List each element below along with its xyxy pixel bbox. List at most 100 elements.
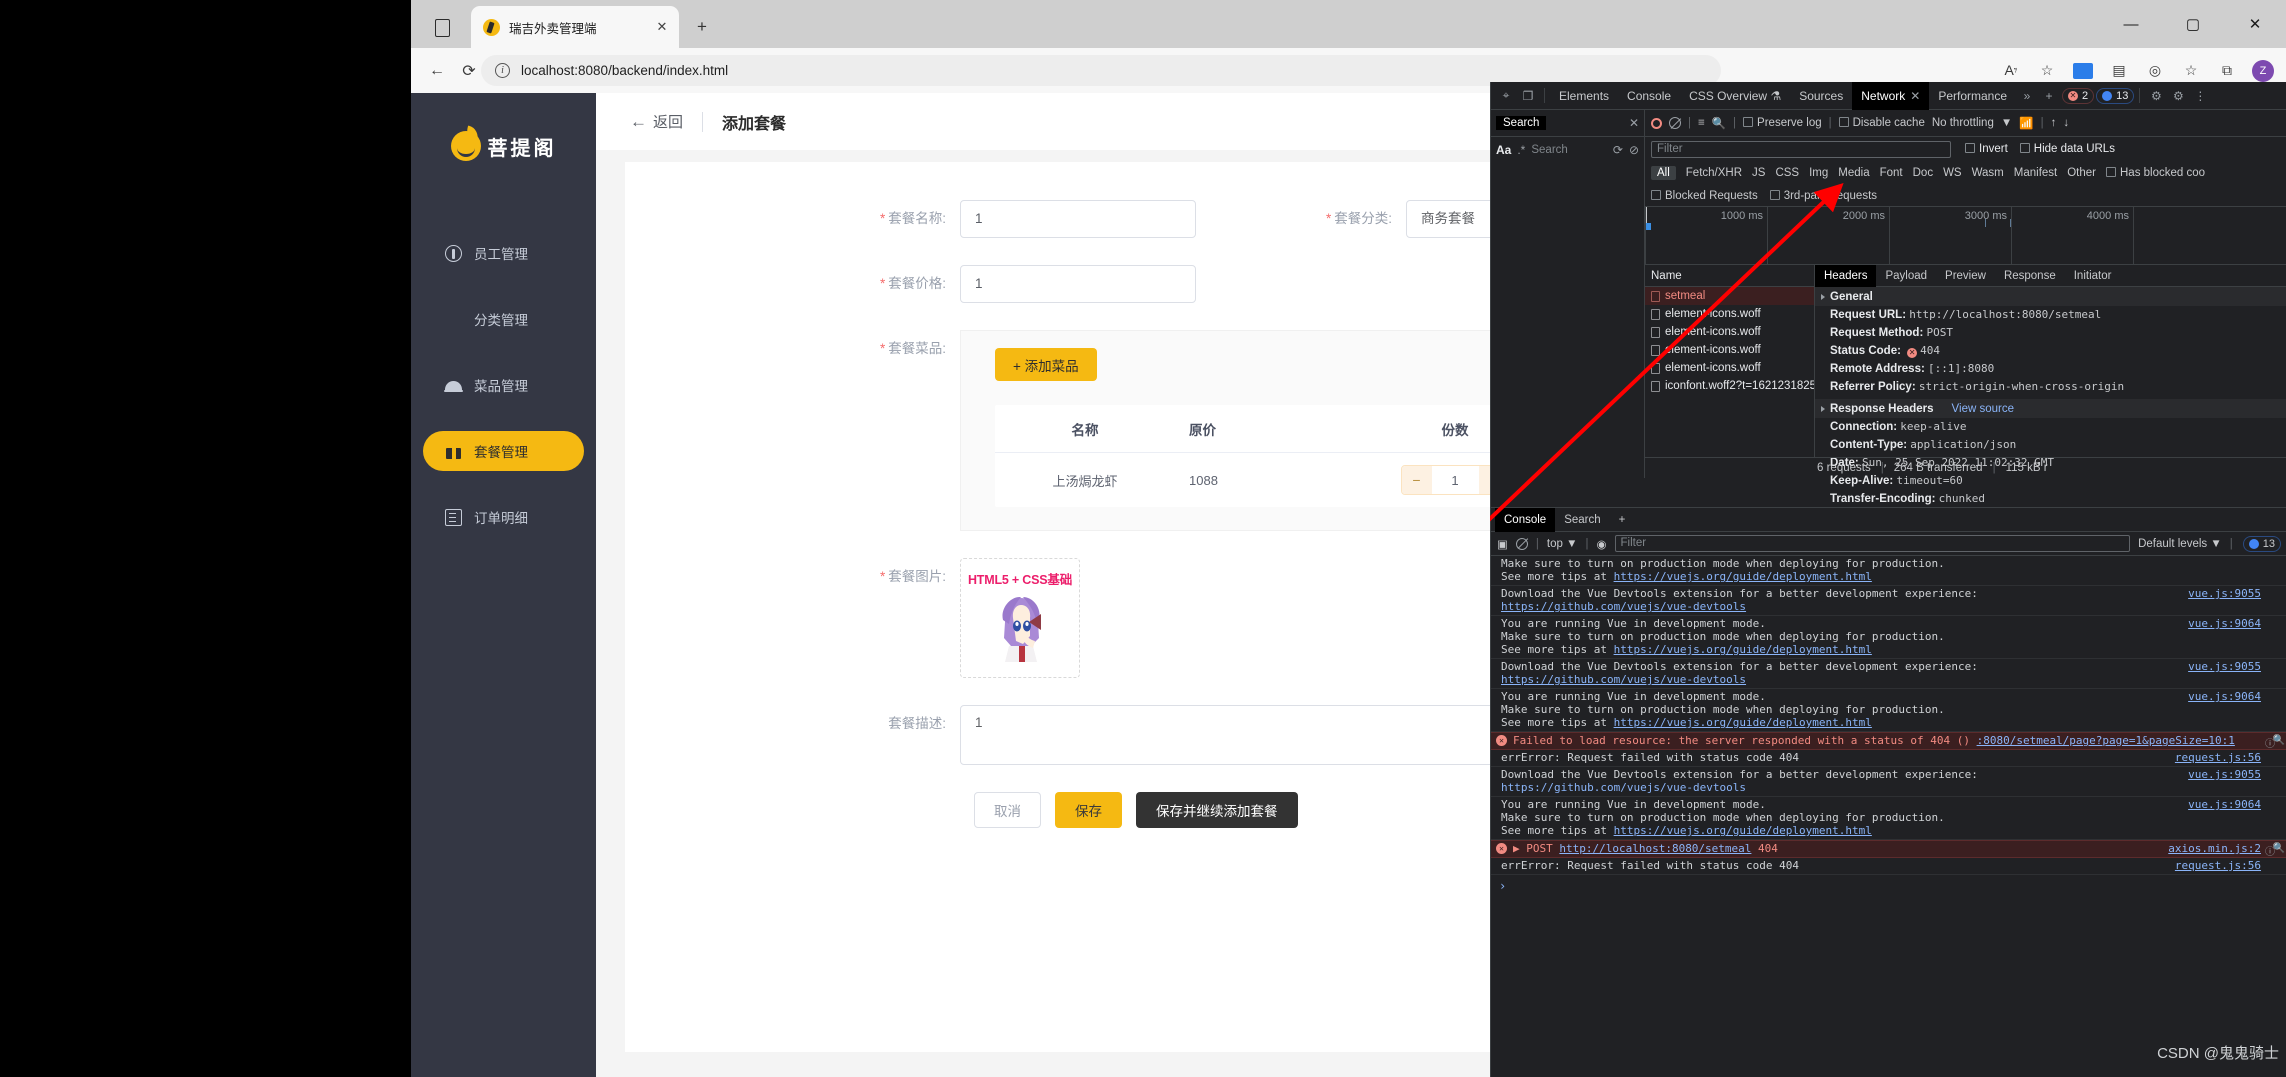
sidebar-item-dish[interactable]: 菜品管理 [423,365,584,405]
site-info-icon[interactable]: i [495,63,510,78]
filter-toggle-icon[interactable]: ≡ [1698,117,1705,129]
reload-button[interactable]: ⟳ [455,57,483,85]
device-toolbar-icon[interactable]: ❐ [1517,85,1539,107]
type-filter-wasm[interactable]: Wasm [1972,167,2004,179]
import-har-icon[interactable]: ↑ [2051,117,2057,129]
tab-response[interactable]: Response [1995,265,2065,287]
link[interactable]: https://vuejs.org/guide/deployment.html [1614,643,1872,656]
back-button[interactable]: ← [423,57,451,85]
network-conditions-icon[interactable]: 📶 [2019,116,2033,130]
console-error-message[interactable]: ✕ ▶ POST http://localhost:8080/setmeal 4… [1491,840,2286,858]
network-overview[interactable]: 1000 ms 2000 ms 3000 ms 4000 ms [1645,207,2286,265]
save-and-continue-button[interactable]: 保存并继续添加套餐 [1136,792,1298,828]
link[interactable]: https://vuejs.org/guide/deployment.html [1614,570,1872,583]
hide-data-urls-checkbox[interactable]: Hide data URLs [2019,143,2115,155]
type-filter-font[interactable]: Font [1880,167,1903,179]
link[interactable]: https://vuejs.org/guide/deployment.html [1614,716,1872,729]
console-message[interactable]: You are running Vue in development mode.… [1491,797,2286,840]
stepper-decrement-button[interactable]: − [1401,466,1432,494]
collections-icon[interactable]: ▤ [2104,56,2134,86]
console-info-badge[interactable]: 13 [2242,535,2281,552]
clear-console-icon[interactable]: ▣ [1497,537,1508,551]
link[interactable]: :8080/setmeal/page?page=1&pageSize=10:1 [1977,734,2235,747]
source-link[interactable]: vue.js:9064 [2188,798,2261,811]
tab-payload[interactable]: Payload [1876,265,1936,287]
list-item[interactable]: iconfont.woff2?t=1621231825060 [1645,377,1814,395]
link[interactable]: http://localhost:8080/setmeal [1559,842,1751,855]
console-message[interactable]: Download the Vue Devtools extension for … [1491,767,2286,797]
add-favorite-icon[interactable]: ☆ [2032,56,2062,86]
read-aloud-icon[interactable]: A𝄾 [1996,56,2026,86]
throttling-select[interactable]: No throttling [1932,117,1994,129]
window-close-button[interactable]: ✕ [2224,0,2286,48]
back-link[interactable]: ← 返回 [630,111,683,132]
console-message[interactable]: Make sure to turn on production mode whe… [1491,556,2286,586]
type-filter-doc[interactable]: Doc [1913,167,1933,179]
console-message[interactable]: Download the Vue Devtools extension for … [1491,586,2286,616]
console-message[interactable]: errError: Request failed with status cod… [1491,750,2286,767]
extensions-icon[interactable]: ⧉ [2212,56,2242,86]
chevron-down-icon[interactable]: ▼ [2001,117,2012,129]
no-console-icon[interactable] [1515,537,1528,550]
tab-network[interactable]: Network ✕ [1852,82,1930,110]
add-drawer-tab-icon[interactable]: + [1610,508,1635,532]
list-item[interactable]: element-icons.woff [1645,323,1814,341]
split-screen-icon[interactable] [2068,56,2098,86]
tab-performance[interactable]: Performance [1929,82,2016,110]
console-message[interactable]: You are running Vue in development mode.… [1491,616,2286,659]
sidebar-item-category[interactable]: 分类管理 [423,299,584,339]
error-count-badge[interactable]: ✕ 2 [2062,87,2095,104]
tab-headers[interactable]: Headers [1815,264,1877,287]
close-tab-icon[interactable]: ✕ [653,18,671,36]
clear-network-icon[interactable] [1669,117,1681,129]
tab-preview[interactable]: Preview [1936,265,1995,287]
tab-actions-icon[interactable] [419,9,465,47]
source-link[interactable]: vue.js:9064 [2188,690,2261,703]
log-levels-select[interactable]: Default levels ▼ [2138,538,2222,550]
type-filter-js[interactable]: JS [1752,167,1765,179]
tab-console-drawer[interactable]: Console [1495,507,1556,532]
search-network-icon[interactable]: 🔍 [1712,116,1726,130]
has-blocked-cookies-checkbox[interactable]: Has blocked coo [2106,167,2205,179]
view-source-link[interactable]: View source [1952,403,2014,415]
sidebar-item-setmeal[interactable]: 套餐管理 [423,431,584,471]
source-link[interactable]: vue.js:9064 [2188,617,2261,630]
sidebar-item-order[interactable]: 订单明细 [423,497,584,537]
record-icon[interactable] [1651,117,1662,129]
inspect-element-icon[interactable]: ⌖ [1495,85,1517,107]
browser-essentials-icon[interactable]: ◎ [2140,56,2170,86]
type-filter-all[interactable]: All [1651,166,1676,180]
type-filter-manifest[interactable]: Manifest [2014,167,2057,179]
regex-icon[interactable]: .* [1517,143,1525,157]
console-filter-input[interactable]: Filter [1614,535,2131,552]
devtools-menu-icon[interactable]: ⋮ [2189,85,2211,107]
source-link[interactable]: vue.js:9055 [2188,660,2261,673]
save-button[interactable]: 保存 [1055,792,1122,828]
tab-css-overview[interactable]: CSS Overview ⚗ [1680,82,1790,110]
type-filter-ws[interactable]: WS [1943,167,1962,179]
response-headers-section-header[interactable]: Response Headers View source [1815,399,2286,418]
preserve-log-checkbox[interactable]: Preserve log [1743,117,1822,129]
search-input[interactable]: Search [1531,144,1607,156]
minimize-button[interactable]: — [2100,0,2162,48]
list-item[interactable]: setmeal [1645,287,1814,305]
console-prompt[interactable]: › [1491,875,2286,897]
cancel-button[interactable]: 取消 [974,792,1041,828]
blocked-requests-checkbox[interactable]: Blocked Requests [1651,189,1758,202]
link[interactable]: https://github.com/vuejs/vue-devtools [1501,600,1746,613]
sidebar-item-staff[interactable]: 员工管理 [423,233,584,273]
source-link[interactable]: axios.min.js:2 [2168,842,2261,855]
tab-search-drawer[interactable]: Search [1555,508,1609,532]
maximize-button[interactable]: ▢ [2162,0,2224,48]
close-icon[interactable]: ✕ [1910,89,1920,103]
image-upload-area[interactable]: HTML5 + CSS基础 [960,558,1080,678]
list-item[interactable]: element-icons.woff [1645,341,1814,359]
add-dish-button[interactable]: + 添加菜品 [995,348,1097,381]
setmeal-desc-textarea[interactable]: 1 [960,705,1520,765]
type-filter-img[interactable]: Img [1809,167,1828,179]
profile-avatar[interactable]: Z [2248,56,2278,86]
type-filter-other[interactable]: Other [2067,167,2096,179]
console-message[interactable]: errError: Request failed with status cod… [1491,858,2286,875]
favorites-bar-icon[interactable]: ☆ [2176,56,2206,86]
console-message[interactable]: Download the Vue Devtools extension for … [1491,659,2286,689]
